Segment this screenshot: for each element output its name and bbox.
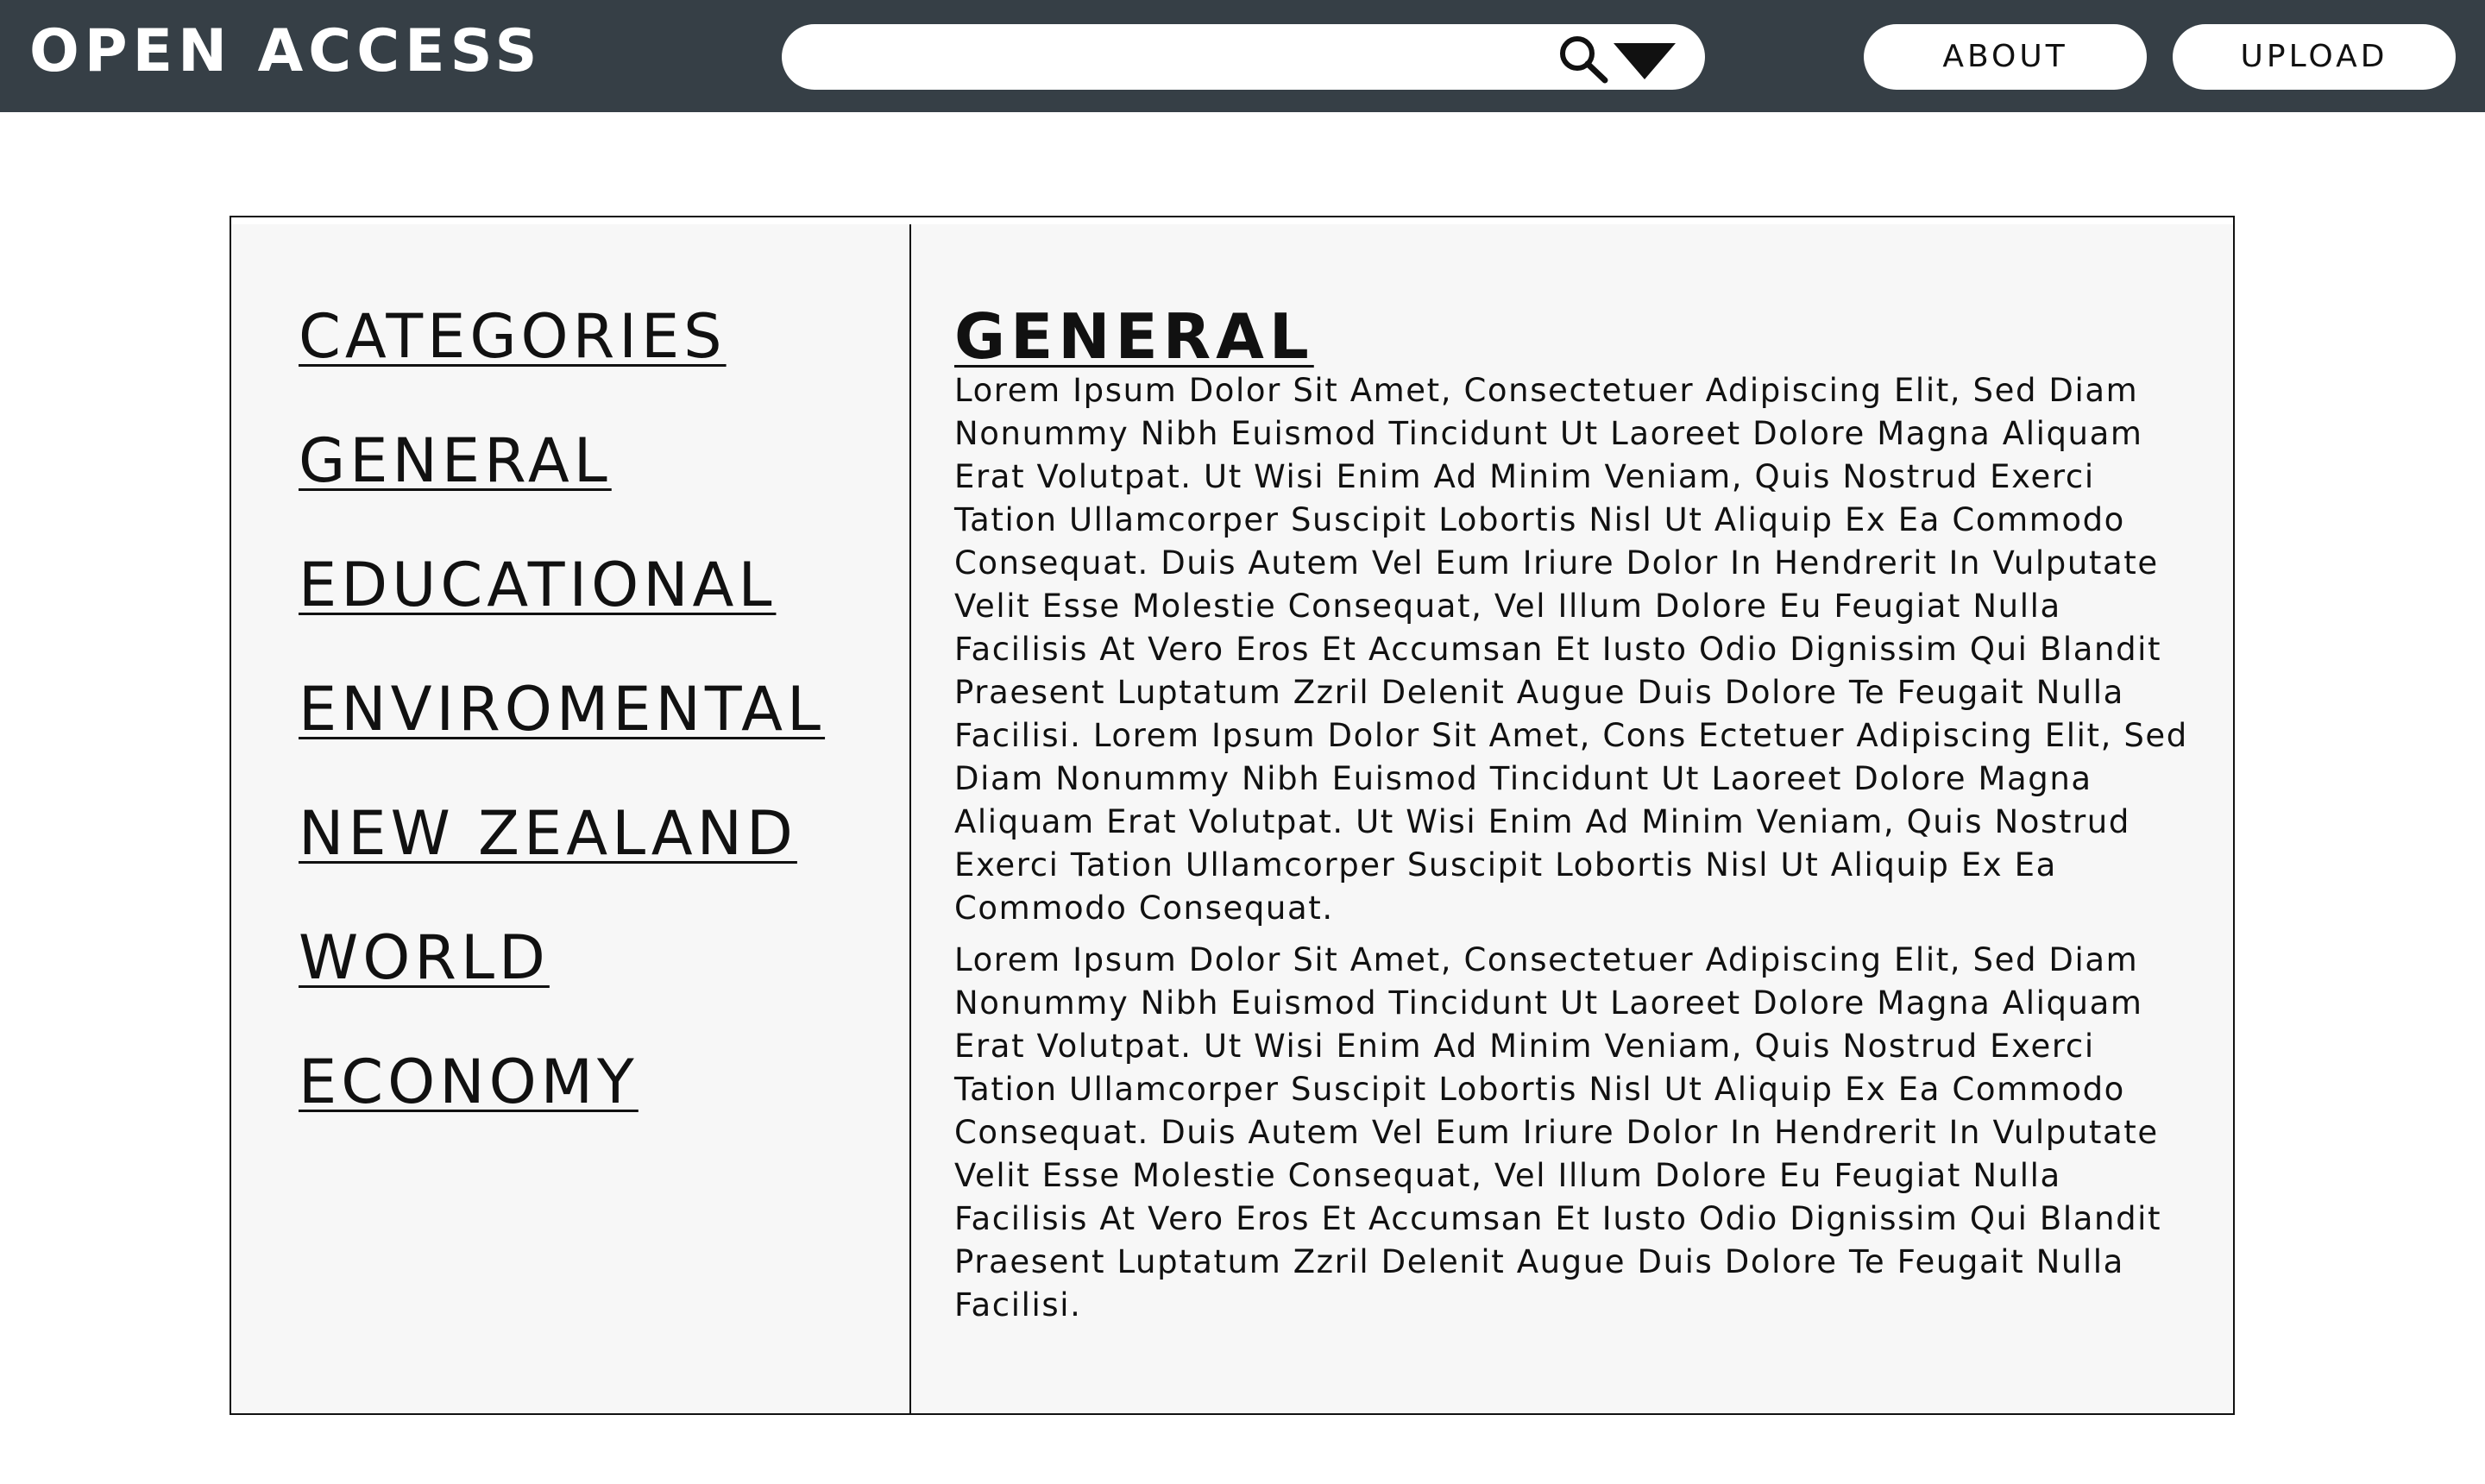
panel-top-gap	[231, 217, 2233, 224]
article-paragraph: Lorem Ipsum Dolor Sit Amet, Consectetuer…	[954, 372, 2188, 927]
about-button[interactable]: ABOUT	[1864, 24, 2147, 90]
search-input[interactable]	[811, 36, 1453, 79]
upload-button[interactable]: UPLOAD	[2173, 24, 2456, 90]
category-list: CATEGORIES GENERAL EDUCATIONAL ENVIROMEN…	[299, 274, 825, 1144]
search-icon[interactable]	[1557, 33, 1612, 85]
category-general[interactable]: GENERAL	[299, 399, 825, 523]
triangle-down-icon[interactable]	[1610, 40, 1679, 81]
search-bar[interactable]	[782, 24, 1705, 90]
column-divider	[909, 224, 911, 1415]
article-body: Lorem Ipsum Dolor Sit Amet, Consectetuer…	[954, 369, 2197, 1336]
article-paragraph: Lorem Ipsum Dolor Sit Amet, Consectetuer…	[954, 941, 2162, 1324]
category-economy[interactable]: ECONOMY	[299, 1020, 825, 1144]
category-enviromental[interactable]: ENVIROMENTAL	[299, 647, 825, 771]
categories-heading[interactable]: CATEGORIES	[299, 274, 825, 399]
content-title: GENERAL	[954, 300, 1314, 374]
category-new-zealand[interactable]: NEW ZEALAND	[299, 771, 825, 896]
category-world[interactable]: WORLD	[299, 896, 825, 1020]
category-educational[interactable]: EDUCATIONAL	[299, 523, 825, 647]
site-logo-text[interactable]: OPEN ACCESS	[29, 17, 542, 86]
content-panel: CATEGORIES GENERAL EDUCATIONAL ENVIROMEN…	[230, 216, 2235, 1415]
top-navigation-bar: OPEN ACCESS ABOUT UPLOAD	[0, 0, 2485, 112]
